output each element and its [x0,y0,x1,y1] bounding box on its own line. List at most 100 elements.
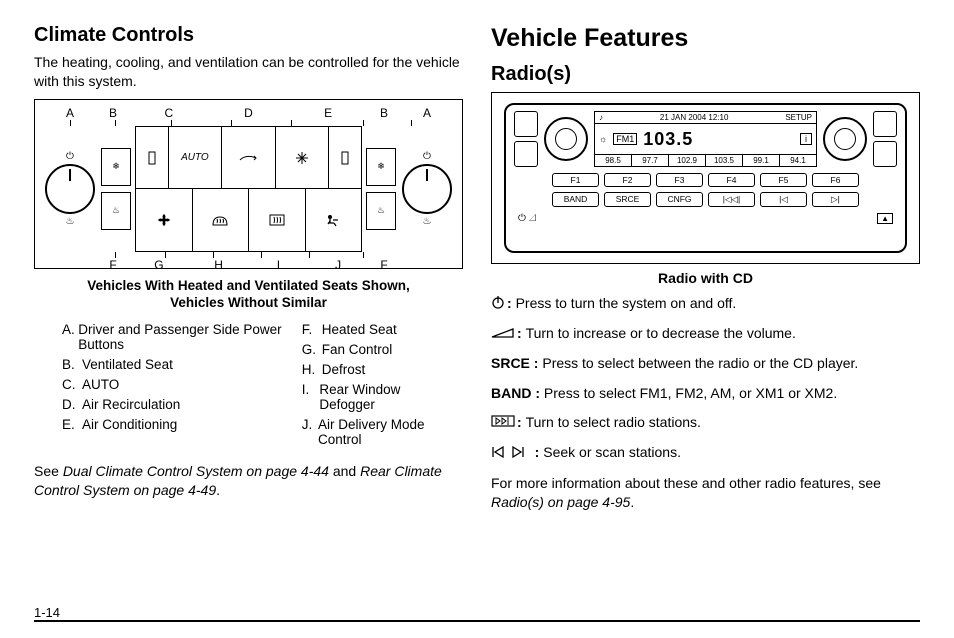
climate-see-refs: See Dual Climate Control System on page … [34,462,463,501]
label-c: C [129,106,209,120]
label-f-left: F [97,258,129,272]
label-g: G [129,258,189,272]
volume-icon [491,325,515,345]
left-column: Climate Controls The heating, cooling, a… [34,24,463,584]
right-button-pair [873,111,897,167]
srce-button[interactable]: SRCE [604,192,651,207]
radio-more-info: For more information about these and oth… [491,474,920,513]
feature-seek: : Seek or scan stations. [491,443,920,463]
climate-bottom-labels: F G H I J F [43,258,454,272]
label-e: E [288,106,368,120]
right-seat-col: ❄ ♨ [366,126,396,252]
power-icon: ⏻ [66,151,74,162]
left-seat-col: ❄ ♨ [101,126,131,252]
defrost-button[interactable] [192,189,249,251]
passenger-temp-knob[interactable] [402,164,452,214]
label-i: I [249,258,309,272]
climate-panel: ⏻ ♨ ❄ ♨ AUTO [43,126,454,252]
label-j: J [308,258,368,272]
radio-face: ♪ 21 JAN 2004 12:10 SETUP ☼ FM1 103.5 i … [504,103,907,253]
label-a-right: A [400,106,454,120]
climate-heading: Climate Controls [34,24,463,47]
seek-prev-icon [491,444,505,464]
power-icon: ⏻ [423,151,431,162]
radio-button-tr1[interactable] [873,111,897,137]
rear-defog-button[interactable] [248,189,305,251]
climate-top-labels: A B C D E B A [43,106,454,120]
band-button[interactable]: BAND [552,192,599,207]
f3-button[interactable]: F3 [656,173,703,187]
f1-button[interactable]: F1 [552,173,599,187]
cnfg-button[interactable]: CNFG [656,192,703,207]
frequency-display: 103.5 [643,129,693,150]
feature-band: BAND : Press to select FM1, FM2, AM, or … [491,384,920,404]
band-indicator: FM1 [613,133,637,145]
radios-heading: Radio(s) [491,63,920,86]
preset-display: 98.597.7102.9103.599.194.1 [595,154,816,166]
ventilated-seat-left[interactable]: ❄ [101,148,131,186]
climate-diagram: A B C D E B A ⏻ [34,99,463,269]
power-icon [491,295,505,315]
rewind-button[interactable]: |◁◁| [708,192,755,207]
f6-button[interactable]: F6 [812,173,859,187]
seek-next-icon [511,444,525,464]
label-h: H [189,258,249,272]
legend-col-right: F.Heated Seat G.Fan Control H.Defrost I.… [302,322,443,452]
radio-right-knob[interactable] [823,117,867,161]
label-b-right: B [368,106,400,120]
right-column: Vehicle Features Radio(s) ♪ 21 JAN 2004 … [491,24,920,584]
label-f-right: F [368,258,400,272]
feature-volume: : Turn to increase or to decrease the vo… [491,324,920,344]
left-button-pair [514,111,538,167]
climate-center-stack: AUTO [135,126,362,252]
climate-caption: Vehicles With Heated and Ventilated Seat… [34,277,463,312]
radio-caption: Radio with CD [491,270,920,286]
feature-power: : Press to turn the system on and off. [491,294,920,314]
feature-tune: : Turn to select radio stations. [491,413,920,433]
music-icon: ♪ [599,113,603,122]
label-d: D [209,106,289,120]
legend-col-left: A.Driver and Passenger Side Power Button… [62,322,284,452]
ventilated-seat-right[interactable]: ❄ [366,148,396,186]
heated-seat-icon: ♨ [423,216,432,227]
fan-button[interactable] [136,189,192,251]
auto-button[interactable]: AUTO [168,127,222,189]
mode-button[interactable] [305,189,362,251]
passenger-knob-col: ⏻ ♨ [400,126,454,252]
prev-button[interactable]: |◁ [760,192,807,207]
radio-date: 21 JAN 2004 12:10 [660,113,729,122]
footer-rule [34,620,920,622]
radio-button-tr2[interactable] [873,141,897,167]
radio-button-tl1[interactable] [514,111,538,137]
ac-button[interactable] [275,127,329,189]
page-number: 1-14 [34,605,68,620]
ctrl-button-row: BAND SRCE CNFG |◁◁| |◁ ▷| [552,192,859,207]
climate-intro: The heating, cooling, and ventilation ca… [34,53,463,91]
tune-icon [491,414,515,434]
sun-icon: ☼ [599,134,607,144]
radio-display: ♪ 21 JAN 2004 12:10 SETUP ☼ FM1 103.5 i … [594,111,817,167]
indicator-right [328,127,361,189]
vehicle-features-heading: Vehicle Features [491,24,920,53]
heated-seat-icon: ♨ [66,216,75,227]
radio-diagram: ♪ 21 JAN 2004 12:10 SETUP ☼ FM1 103.5 i … [491,92,920,264]
climate-legend: A.Driver and Passenger Side Power Button… [34,322,463,452]
label-b-left: B [97,106,129,120]
recirc-button[interactable] [221,127,275,189]
driver-temp-knob[interactable] [45,164,95,214]
f4-button[interactable]: F4 [708,173,755,187]
f-button-row: F1 F2 F3 F4 F5 F6 [552,173,859,187]
radio-left-knob[interactable] [544,117,588,161]
f2-button[interactable]: F2 [604,173,651,187]
heated-seat-right[interactable]: ♨ [366,192,396,230]
page-footer: 1-14 [34,604,920,622]
radio-button-tl2[interactable] [514,141,538,167]
setup-label: SETUP [785,113,812,122]
heated-seat-left[interactable]: ♨ [101,192,131,230]
driver-knob-col: ⏻ ♨ [43,126,97,252]
eject-icon: ▲ [877,213,893,224]
f5-button[interactable]: F5 [760,173,807,187]
power-volume-icons: ⏻ ◿ [518,213,537,224]
info-icon: i [800,133,812,145]
next-button[interactable]: ▷| [812,192,859,207]
